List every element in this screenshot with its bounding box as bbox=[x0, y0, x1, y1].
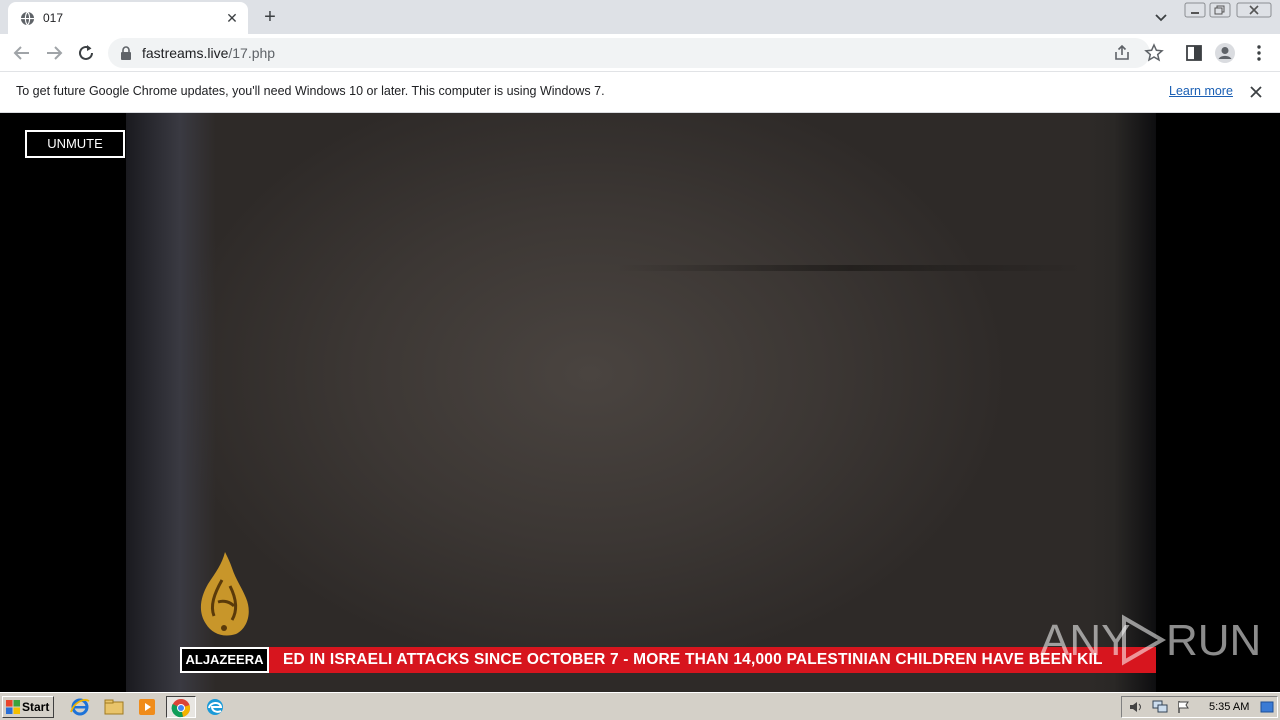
tab-close-icon[interactable]: ✕ bbox=[223, 9, 241, 27]
edge-icon[interactable] bbox=[203, 696, 227, 718]
forward-arrow-icon[interactable] bbox=[42, 41, 66, 65]
reload-icon[interactable] bbox=[74, 41, 98, 65]
unmute-button[interactable]: UNMUTE bbox=[25, 130, 125, 158]
video-frame bbox=[126, 113, 1156, 692]
ie-icon[interactable] bbox=[68, 696, 92, 718]
network-icon[interactable] bbox=[1152, 700, 1168, 714]
news-ticker: ED IN ISRAELI ATTACKS SINCE OCTOBER 7 - … bbox=[180, 647, 1156, 673]
restore-icon[interactable] bbox=[1209, 2, 1231, 18]
side-panel-icon[interactable] bbox=[1183, 42, 1205, 64]
taskbar: Start 5:35 AM bbox=[0, 692, 1280, 720]
aljazeera-logo-icon bbox=[200, 552, 249, 636]
explorer-icon[interactable] bbox=[102, 696, 126, 718]
start-button[interactable]: Start bbox=[2, 696, 54, 718]
infobar-message: To get future Google Chrome updates, you… bbox=[16, 84, 605, 98]
menu-kebab-icon[interactable] bbox=[1248, 42, 1270, 64]
learn-more-link[interactable]: Learn more bbox=[1169, 84, 1233, 98]
speaker-icon[interactable] bbox=[1128, 700, 1144, 714]
lock-icon[interactable] bbox=[120, 46, 132, 60]
play-triangle-icon bbox=[1122, 614, 1166, 666]
system-clock[interactable]: 5:35 AM bbox=[1209, 701, 1249, 713]
new-tab-button[interactable]: + bbox=[258, 5, 282, 29]
system-tray: 5:35 AM bbox=[1121, 696, 1278, 718]
ticker-brand: ALJAZEERA bbox=[180, 647, 269, 673]
share-icon[interactable] bbox=[1112, 43, 1132, 63]
action-center-flag-icon[interactable] bbox=[1176, 700, 1192, 714]
video-player[interactable]: UNMUTE ED IN ISRAELI ATTACKS SINCE OCTOB… bbox=[0, 113, 1280, 692]
chevron-down-icon[interactable] bbox=[1150, 6, 1172, 28]
update-infobar: To get future Google Chrome updates, you… bbox=[0, 72, 1280, 113]
chrome-icon bbox=[171, 699, 191, 718]
tab-title: 017 bbox=[43, 11, 64, 25]
infobar-close-icon[interactable] bbox=[1246, 82, 1266, 102]
chrome-taskbar-button[interactable] bbox=[166, 696, 196, 718]
windows-flag-icon bbox=[6, 700, 20, 714]
browser-toolbar: fastreams.live/17.php bbox=[0, 34, 1280, 72]
window-close-icon[interactable] bbox=[1236, 2, 1272, 18]
show-desktop-icon[interactable] bbox=[1260, 700, 1274, 714]
ticker-text: ED IN ISRAELI ATTACKS SINCE OCTOBER 7 - … bbox=[283, 651, 1103, 668]
profile-avatar-icon[interactable] bbox=[1214, 42, 1236, 64]
browser-tab[interactable]: 017 ✕ bbox=[8, 2, 248, 34]
bookmark-star-icon[interactable] bbox=[1144, 43, 1164, 63]
globe-icon bbox=[20, 11, 35, 26]
anyrun-watermark: ANY RUN bbox=[1040, 614, 1262, 666]
minimize-icon[interactable] bbox=[1184, 2, 1206, 18]
address-bar[interactable]: fastreams.live/17.php bbox=[108, 38, 1164, 68]
media-player-icon[interactable] bbox=[135, 696, 159, 718]
url-text[interactable]: fastreams.live/17.php bbox=[142, 45, 275, 61]
back-arrow-icon[interactable] bbox=[10, 41, 34, 65]
tab-strip: 017 ✕ + bbox=[0, 0, 1280, 34]
